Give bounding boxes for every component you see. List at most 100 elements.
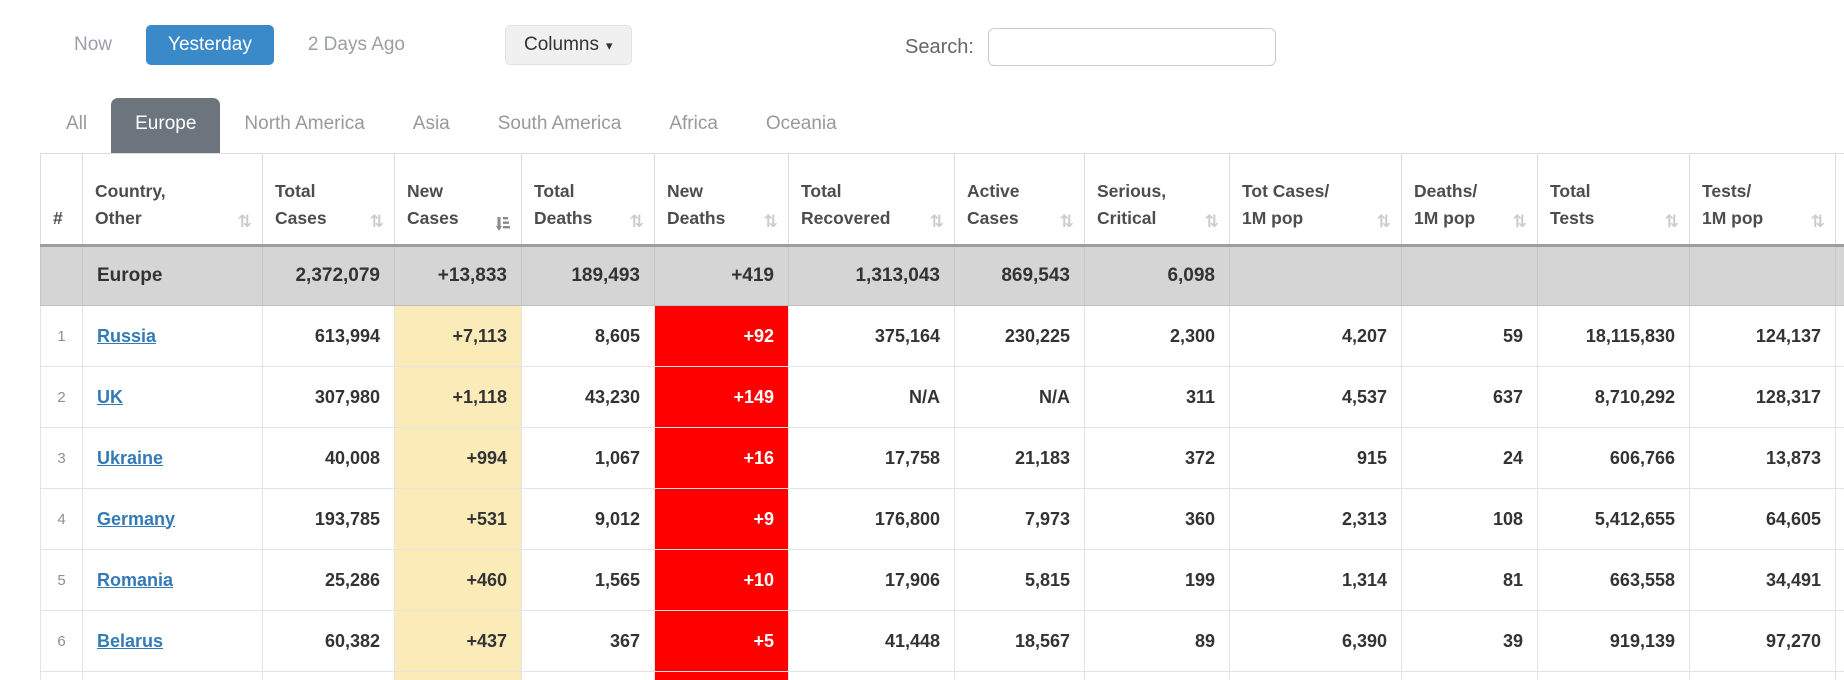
col-header-label: Serious,Critical bbox=[1097, 178, 1166, 232]
country-link[interactable]: Ukraine bbox=[97, 448, 163, 468]
cell-total_tests: 5,412,655 bbox=[1538, 489, 1690, 550]
region-tab-oceania[interactable]: Oceania bbox=[742, 98, 861, 153]
cell-total_tests bbox=[1538, 672, 1690, 680]
sort-both-icon: ⇅ bbox=[630, 212, 644, 232]
region-tab-africa[interactable]: Africa bbox=[645, 98, 742, 153]
sort-both-icon: ⇅ bbox=[1513, 212, 1527, 232]
cell-cases_1m: 2,313 bbox=[1230, 489, 1402, 550]
cell-rank bbox=[41, 246, 83, 306]
cell-total_cases: 307,980 bbox=[263, 367, 395, 428]
cell-total_recovered: 17,906 bbox=[789, 550, 955, 611]
country-link[interactable]: UK bbox=[97, 387, 123, 407]
sort-both-icon: ⇅ bbox=[1665, 212, 1679, 232]
columns-dropdown-button[interactable]: Columns▾ bbox=[505, 25, 632, 65]
cell-rank: 3 bbox=[41, 428, 83, 489]
cell-serious_critical: 360 bbox=[1085, 489, 1230, 550]
cell-total_tests: 606,766 bbox=[1538, 428, 1690, 489]
cell-total_recovered: 375,164 bbox=[789, 306, 955, 367]
region-tab-south-america[interactable]: South America bbox=[474, 98, 646, 153]
cell-active_cases: 5,815 bbox=[955, 550, 1085, 611]
region-tab-asia[interactable]: Asia bbox=[389, 98, 474, 153]
cell-rank: 2 bbox=[41, 367, 83, 428]
cell-country: Ukraine bbox=[83, 428, 263, 489]
col-header-label: TotalTests bbox=[1550, 178, 1594, 232]
cell-active_cases: 230,225 bbox=[955, 306, 1085, 367]
cell-new_deaths: +16 bbox=[655, 428, 789, 489]
search-input[interactable] bbox=[988, 28, 1276, 66]
col-header-cases_1m[interactable]: Tot Cases/1M pop⇅ bbox=[1230, 154, 1402, 246]
cell-new_deaths: +10 bbox=[655, 550, 789, 611]
cell-new_cases: +994 bbox=[395, 428, 522, 489]
cell-serious_critical bbox=[1085, 672, 1230, 680]
partial-column-header bbox=[1836, 154, 1844, 246]
col-header-tests_1m[interactable]: Tests/1M pop ⇅ bbox=[1690, 154, 1836, 246]
cell-total_tests bbox=[1538, 246, 1690, 306]
table-row: 3Ukraine40,008+9941,067+1617,75821,18337… bbox=[41, 428, 1844, 489]
cell-tests_1m bbox=[1690, 246, 1836, 306]
countries-table-viewport: #Country,Other⇅TotalCases⇅NewCasesTotalD… bbox=[0, 153, 1844, 680]
cell-new_cases bbox=[395, 672, 522, 680]
caret-down-icon: ▾ bbox=[606, 38, 613, 53]
col-header-active_cases[interactable]: ActiveCases⇅ bbox=[955, 154, 1085, 246]
cell-cases_1m bbox=[1230, 672, 1402, 680]
col-header-new_deaths[interactable]: NewDeaths⇅ bbox=[655, 154, 789, 246]
col-header-new_cases[interactable]: NewCases bbox=[395, 154, 522, 246]
search-label: Search: bbox=[905, 36, 974, 59]
cell-total_deaths bbox=[522, 672, 655, 680]
cell-rank: 4 bbox=[41, 489, 83, 550]
col-header-label: TotalDeaths bbox=[534, 178, 592, 232]
cell-new_deaths: +419 bbox=[655, 246, 789, 306]
cell-tests_1m bbox=[1690, 672, 1836, 680]
time-tab-2-days-ago[interactable]: 2 Days Ago bbox=[294, 26, 419, 64]
country-link[interactable]: Belarus bbox=[97, 631, 163, 651]
cell-active_cases: 869,543 bbox=[955, 246, 1085, 306]
top-controls: Now Yesterday 2 Days Ago Columns▾ Search: bbox=[0, 0, 1844, 90]
col-header-label: NewCases bbox=[407, 178, 459, 232]
cell-new_cases: +1,118 bbox=[395, 367, 522, 428]
col-header-label: TotalRecovered bbox=[801, 178, 891, 232]
col-header-total_cases[interactable]: TotalCases⇅ bbox=[263, 154, 395, 246]
sort-both-icon: ⇅ bbox=[764, 212, 778, 232]
col-header-total_recovered[interactable]: TotalRecovered⇅ bbox=[789, 154, 955, 246]
col-header-total_deaths[interactable]: TotalDeaths ⇅ bbox=[522, 154, 655, 246]
country-link[interactable]: Germany bbox=[97, 509, 175, 529]
partial-next-row bbox=[41, 672, 1844, 680]
cell-total_deaths: 367 bbox=[522, 611, 655, 672]
cell-total_cases: 2,372,079 bbox=[263, 246, 395, 306]
sort-both-icon: ⇅ bbox=[238, 212, 252, 232]
cell-total_cases: 613,994 bbox=[263, 306, 395, 367]
cell-new_cases: +437 bbox=[395, 611, 522, 672]
region-tab-north-america[interactable]: North America bbox=[220, 98, 388, 153]
col-header-country[interactable]: Country,Other⇅ bbox=[83, 154, 263, 246]
col-header-total_tests[interactable]: TotalTests ⇅ bbox=[1538, 154, 1690, 246]
col-header-label: Deaths/1M pop bbox=[1414, 178, 1477, 232]
cell-cases_1m: 1,314 bbox=[1230, 550, 1402, 611]
country-link[interactable]: Romania bbox=[97, 570, 173, 590]
sort-both-icon: ⇅ bbox=[1205, 212, 1219, 232]
cell-country: UK bbox=[83, 367, 263, 428]
region-tab-all[interactable]: All bbox=[42, 98, 111, 153]
cell-deaths_1m bbox=[1402, 672, 1538, 680]
col-header-label: Tests/1M pop bbox=[1702, 178, 1763, 232]
col-header-serious_critical[interactable]: Serious,Critical ⇅ bbox=[1085, 154, 1230, 246]
cell-total_tests: 18,115,830 bbox=[1538, 306, 1690, 367]
cell-total_recovered bbox=[789, 672, 955, 680]
cell-new_deaths bbox=[655, 672, 789, 680]
time-tab-now[interactable]: Now bbox=[60, 26, 126, 64]
sort-both-icon: ⇅ bbox=[1811, 212, 1825, 232]
country-link[interactable]: Russia bbox=[97, 326, 156, 346]
sort-both-icon: ⇅ bbox=[1060, 212, 1074, 232]
cell-total_deaths: 9,012 bbox=[522, 489, 655, 550]
table-header: #Country,Other⇅TotalCases⇅NewCasesTotalD… bbox=[41, 154, 1844, 246]
partial-column-cell bbox=[1836, 489, 1844, 550]
cell-new_deaths: +9 bbox=[655, 489, 789, 550]
cell-active_cases: 18,567 bbox=[955, 611, 1085, 672]
time-tab-yesterday[interactable]: Yesterday bbox=[146, 25, 274, 65]
cell-serious_critical: 199 bbox=[1085, 550, 1230, 611]
cell-serious_critical: 89 bbox=[1085, 611, 1230, 672]
cell-total_recovered: 1,313,043 bbox=[789, 246, 955, 306]
col-header-deaths_1m[interactable]: Deaths/1M pop ⇅ bbox=[1402, 154, 1538, 246]
partial-column-cell bbox=[1836, 611, 1844, 672]
region-tab-europe[interactable]: Europe bbox=[111, 98, 220, 153]
table-row: 2UK307,980+1,11843,230+149N/AN/A3114,537… bbox=[41, 367, 1844, 428]
